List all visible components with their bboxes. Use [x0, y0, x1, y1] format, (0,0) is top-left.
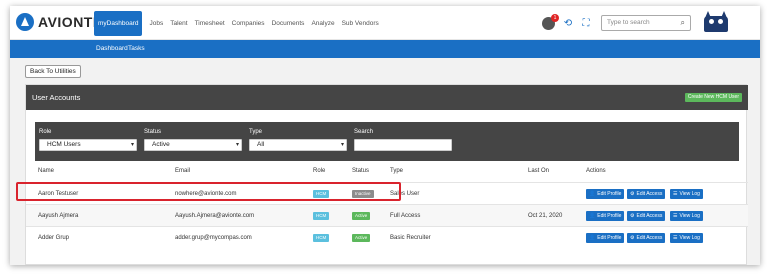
edit-access-button[interactable]: ⚙ Edit Access [627, 189, 666, 199]
list-icon: ☰ [673, 235, 678, 241]
user-avatar[interactable]: 1 [542, 13, 559, 30]
row-name[interactable]: Adder Grup [38, 227, 69, 249]
table-row[interactable]: Aayush Ajmera Aayush.Ajmera@avionte.com … [26, 204, 748, 226]
status-badge: Active [352, 212, 371, 220]
list-icon: ☰ [673, 213, 678, 219]
logo-text: AVIONTÉ [38, 14, 103, 30]
nav-analyze[interactable]: Analyze [311, 20, 334, 27]
nav-talent[interactable]: Talent [170, 20, 187, 27]
chevron-down-icon: ▾ [340, 142, 344, 148]
edit-profile-button[interactable]: 👤 Edit Profile [586, 233, 625, 243]
edit-access-button[interactable]: ⚙ Edit Access [627, 211, 666, 221]
status-select-value: Active [152, 141, 170, 148]
chevron-down-icon: ▾ [235, 142, 239, 148]
subnav-tasks[interactable]: Tasks [128, 40, 145, 58]
column-header-last-on[interactable]: Last On [528, 168, 549, 174]
nav-documents[interactable]: Documents [272, 20, 305, 27]
search-icon[interactable]: ⌕ [681, 16, 685, 30]
app-window: AVIONTÉ myDashboard Jobs Talent Timeshee… [10, 6, 760, 265]
column-header-name[interactable]: Name [38, 168, 54, 174]
subnav-dashboard[interactable]: Dashboard [96, 40, 128, 58]
row-last-on: Oct 21, 2020 [528, 213, 563, 219]
nav-companies[interactable]: Companies [232, 20, 265, 27]
role-badge: HCM [313, 212, 330, 220]
row-name[interactable]: Aayush Ajmera [38, 205, 78, 227]
user-accounts-panel: User Accounts Create New HCM User Role H… [25, 84, 748, 265]
status-select[interactable]: Active ▾ [144, 139, 242, 151]
row-email: Aayush.Ajmera@avionte.com [175, 213, 255, 219]
gear-icon: ⚙ [630, 213, 635, 219]
gear-icon: ⚙ [630, 235, 635, 241]
search-placeholder: Type to search [607, 19, 650, 26]
role-badge: HCM [313, 234, 330, 242]
refresh-icon[interactable]: ⟲ [563, 18, 573, 29]
search-label: Search [354, 129, 374, 135]
top-navigation: AVIONTÉ myDashboard Jobs Talent Timeshee… [10, 6, 760, 40]
header-tools: 1 ⟲ ⛶ Type to search ⌕ [542, 10, 691, 36]
filter-bar: Role HCM Users ▾ Status Active ▾ Type Al… [35, 122, 739, 161]
view-log-button[interactable]: ☰ View Log [670, 189, 703, 199]
type-select[interactable]: All ▾ [249, 139, 347, 151]
column-header-type[interactable]: Type [390, 168, 403, 174]
type-select-value: All [257, 141, 265, 148]
main-nav: myDashboard Jobs Talent Timesheet Compan… [94, 6, 386, 40]
status-badge: Active [352, 234, 371, 242]
role-select-value: HCM Users [47, 141, 81, 148]
column-header-actions: Actions [586, 168, 606, 174]
list-icon: ☰ [673, 191, 678, 197]
gear-icon: ⚙ [630, 191, 635, 197]
status-label: Status [144, 129, 162, 135]
avionte-logo-icon [16, 13, 34, 31]
edit-profile-button[interactable]: 👤 Edit Profile [586, 189, 625, 199]
edit-profile-button[interactable]: 👤 Edit Profile [586, 211, 625, 221]
view-log-button[interactable]: ☰ View Log [670, 211, 703, 221]
nav-timesheet[interactable]: Timesheet [195, 20, 225, 27]
main-content: Back To Utilities User Accounts Create N… [10, 58, 760, 265]
table-row[interactable]: Adder Grup adder.grup@mycompas.com HCM A… [26, 226, 748, 248]
user-icon: 👤 [589, 191, 596, 197]
user-icon: 👤 [589, 235, 596, 241]
avionte-logo[interactable]: AVIONTÉ [16, 13, 103, 31]
panel-title: User Accounts [32, 93, 81, 102]
chevron-down-icon: ▾ [130, 142, 134, 148]
nav-jobs[interactable]: Jobs [149, 20, 163, 27]
org-chart-icon[interactable]: ⛶ [581, 18, 591, 29]
global-search-input[interactable]: Type to search ⌕ [601, 15, 691, 31]
back-to-utilities-button[interactable]: Back To Utilities [25, 65, 81, 78]
row-email: adder.grup@mycompas.com [175, 235, 252, 241]
nav-my-dashboard[interactable]: myDashboard [94, 10, 143, 36]
search-input[interactable] [354, 139, 452, 151]
column-header-email[interactable]: Email [175, 168, 190, 174]
column-header-status[interactable]: Status [352, 168, 369, 174]
edit-access-button[interactable]: ⚙ Edit Access [627, 233, 666, 243]
role-label: Role [39, 129, 52, 135]
column-header-role[interactable]: Role [313, 168, 325, 174]
panel-header: User Accounts Create New HCM User [26, 85, 748, 110]
type-label: Type [249, 129, 263, 135]
nav-sub-vendors[interactable]: Sub Vendors [342, 20, 379, 27]
user-icon: 👤 [589, 213, 596, 219]
row-type: Basic Recruiter [390, 235, 431, 241]
row-type: Full Access [390, 213, 421, 219]
view-log-button[interactable]: ☰ View Log [670, 233, 703, 243]
highlight-annotation [16, 182, 401, 201]
role-select[interactable]: HCM Users ▾ [39, 139, 137, 151]
notification-badge: 1 [551, 13, 559, 22]
sub-navigation: Dashboard Tasks [10, 40, 760, 58]
mascot-logo-icon [702, 10, 730, 34]
create-new-hcm-user-button[interactable]: Create New HCM User [684, 93, 742, 102]
